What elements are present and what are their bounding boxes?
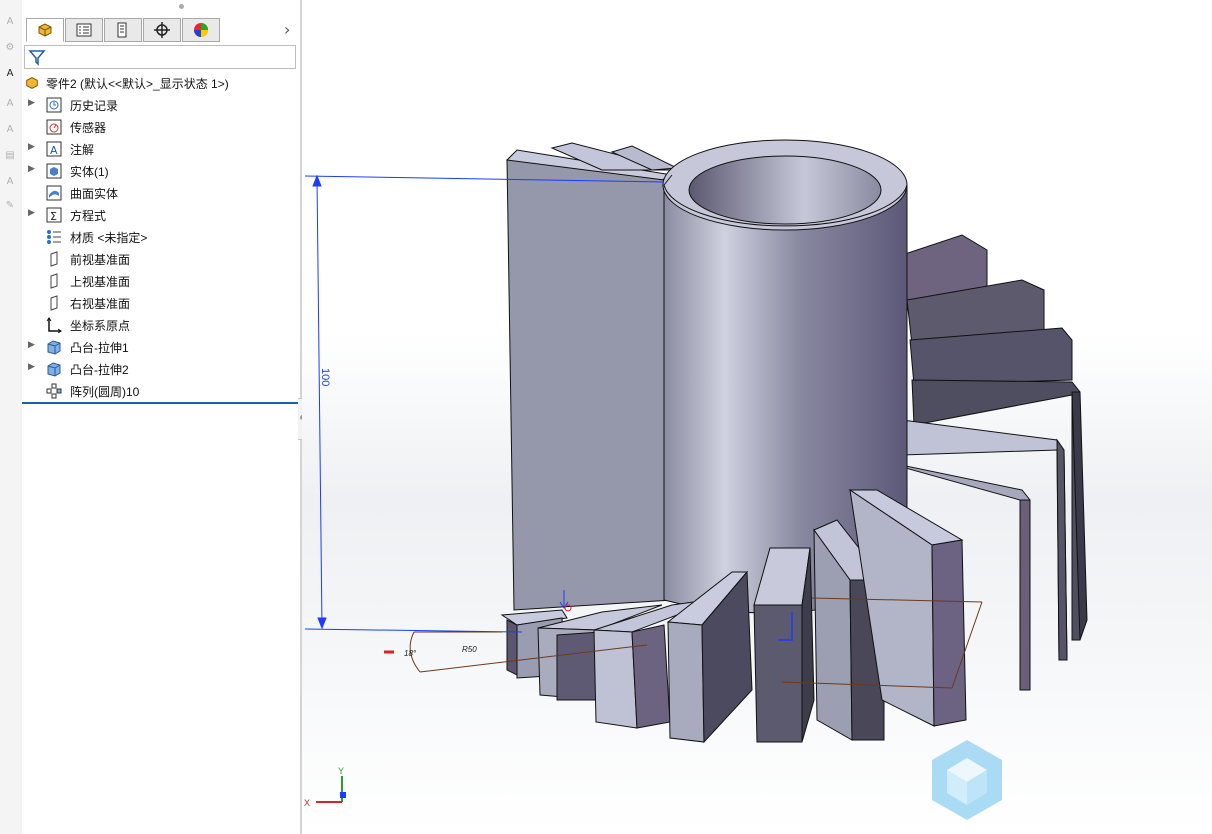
- dimension-angle-label[interactable]: 18°: [404, 649, 417, 658]
- tree-item-label: 材质 <未指定>: [70, 231, 148, 245]
- tree-filter-input[interactable]: [24, 45, 296, 69]
- svg-text:A: A: [50, 144, 58, 157]
- dimension-radius-label[interactable]: R50: [462, 645, 477, 654]
- tree-item-label: 上视基准面: [70, 275, 131, 289]
- tree-item-front-plane[interactable]: 前视基准面: [22, 248, 300, 270]
- expand-icon[interactable]: ▶: [28, 98, 38, 108]
- watermark-logo: [932, 740, 1002, 820]
- tree-item-label: 阵列(圆周)10: [70, 385, 140, 399]
- sensor-icon: [46, 119, 62, 135]
- tree-item-label: 曲面实体: [70, 187, 119, 201]
- tree-root-part[interactable]: 零件2 (默认<<默认>_显示状态 1>): [22, 72, 300, 94]
- tree-item-right-plane[interactable]: 右视基准面: [22, 292, 300, 314]
- panel-grip[interactable]: [179, 4, 184, 9]
- extrude-icon: [47, 340, 61, 355]
- tree-item-annotations[interactable]: ▶ A 注解: [22, 138, 300, 160]
- displaymanager-icon: [194, 23, 208, 37]
- stack-icon[interactable]: A: [2, 122, 18, 138]
- tree-item-label: 历史记录: [70, 99, 119, 113]
- tree-item-label: 实体(1): [70, 165, 109, 179]
- tree-item-label: 凸台-拉伸1: [70, 341, 129, 355]
- part-icon: [26, 77, 38, 89]
- tree-item-surface-bodies[interactable]: 曲面实体: [22, 182, 300, 204]
- circular-pattern-icon: [46, 383, 62, 399]
- datum-icon[interactable]: ▤: [2, 148, 18, 164]
- tree-item-boss-extrude1[interactable]: ▶ 凸台-拉伸1: [22, 336, 300, 358]
- plane-icon: [50, 273, 58, 289]
- tree-item-label: 坐标系原点: [70, 319, 131, 333]
- tree-item-top-plane[interactable]: 上视基准面: [22, 270, 300, 292]
- tree-item-origin[interactable]: 坐标系原点: [22, 314, 300, 336]
- expand-icon[interactable]: ▶: [28, 164, 38, 174]
- tree-item-equations[interactable]: ▶ Σ 方程式: [22, 204, 300, 226]
- expand-icon[interactable]: ▶: [28, 362, 38, 372]
- filter-icon: [28, 50, 46, 66]
- dimension-height-label[interactable]: 100: [319, 368, 331, 386]
- dimxpert-icon: [154, 22, 170, 38]
- tree-item-sensor[interactable]: 传感器: [22, 116, 300, 138]
- tree-item-label: 前视基准面: [70, 253, 131, 267]
- featuremanager-icon: [38, 23, 52, 37]
- text-annotation-icon[interactable]: A: [2, 14, 18, 30]
- tree-item-solid-bodies[interactable]: ▶ 实体(1): [22, 160, 300, 182]
- configurationmanager-tab[interactable]: [104, 18, 142, 42]
- feature-tree: 零件2 (默认<<默认>_显示状态 1>) ▶ 历史记录 传感器 ▶ A 注解 …: [22, 72, 300, 404]
- tool-icon[interactable]: ✎: [2, 198, 18, 214]
- configurationmanager-icon: [117, 22, 127, 38]
- axis-x-label: X: [304, 798, 310, 808]
- svg-text:Σ: Σ: [50, 210, 57, 223]
- rollback-bar[interactable]: [22, 402, 298, 404]
- text-style-icon[interactable]: ⚙: [2, 40, 18, 56]
- tree-item-circular-pattern[interactable]: 阵列(圆周)10: [22, 380, 300, 402]
- history-icon: [46, 97, 62, 113]
- expand-icon[interactable]: ▶: [28, 142, 38, 152]
- propertymanager-icon: [76, 23, 92, 37]
- feature-manager-panel: › 零件2 (默认<<默认>_显示状态 1>) ▶ 历史记录 传感器 ▶ A 注…: [22, 0, 300, 834]
- tree-item-label: 方程式: [70, 209, 107, 223]
- plane-icon: [50, 251, 58, 267]
- view-triad-icon[interactable]: Y X: [304, 766, 346, 808]
- propertymanager-tab[interactable]: [65, 18, 103, 42]
- graphics-viewport[interactable]: 100 18° R50 Y X: [302, 0, 1212, 834]
- gear-model[interactable]: 100 18° R50 Y X: [302, 0, 1212, 834]
- tree-item-label: 注解: [70, 143, 95, 157]
- tree-item-material[interactable]: 材质 <未指定>: [22, 226, 300, 248]
- manager-tabs: [26, 18, 221, 42]
- weld-icon[interactable]: A: [2, 174, 18, 190]
- solid-body-icon: [46, 163, 62, 179]
- axis-y-label: Y: [338, 766, 344, 776]
- annotation-icon: A: [46, 141, 62, 157]
- expand-icon[interactable]: ▶: [28, 340, 38, 350]
- tree-item-label: 凸台-拉伸2: [70, 363, 129, 377]
- tree-item-label: 右视基准面: [70, 297, 131, 311]
- tree-root-label: 零件2 (默认<<默认>_显示状态 1>): [46, 77, 229, 91]
- plane-icon: [50, 295, 58, 311]
- origin-icon: [46, 317, 62, 333]
- displaymanager-tab[interactable]: [182, 18, 220, 42]
- extrude-icon: [47, 362, 61, 377]
- material-icon: [47, 230, 61, 244]
- equation-icon: Σ: [46, 207, 62, 223]
- dimxpert-tab[interactable]: [143, 18, 181, 42]
- expand-icon[interactable]: ▶: [28, 208, 38, 218]
- auto-balloon-icon[interactable]: A: [2, 66, 18, 82]
- tree-item-history[interactable]: ▶ 历史记录: [22, 94, 300, 116]
- surface-body-icon: [46, 185, 62, 201]
- tree-item-label: 传感器: [70, 121, 107, 135]
- featuremanager-tab[interactable]: [26, 18, 64, 42]
- chevron-right-icon[interactable]: ›: [284, 20, 290, 39]
- note-icon[interactable]: A: [2, 96, 18, 112]
- tree-item-boss-extrude2[interactable]: ▶ 凸台-拉伸2: [22, 358, 300, 380]
